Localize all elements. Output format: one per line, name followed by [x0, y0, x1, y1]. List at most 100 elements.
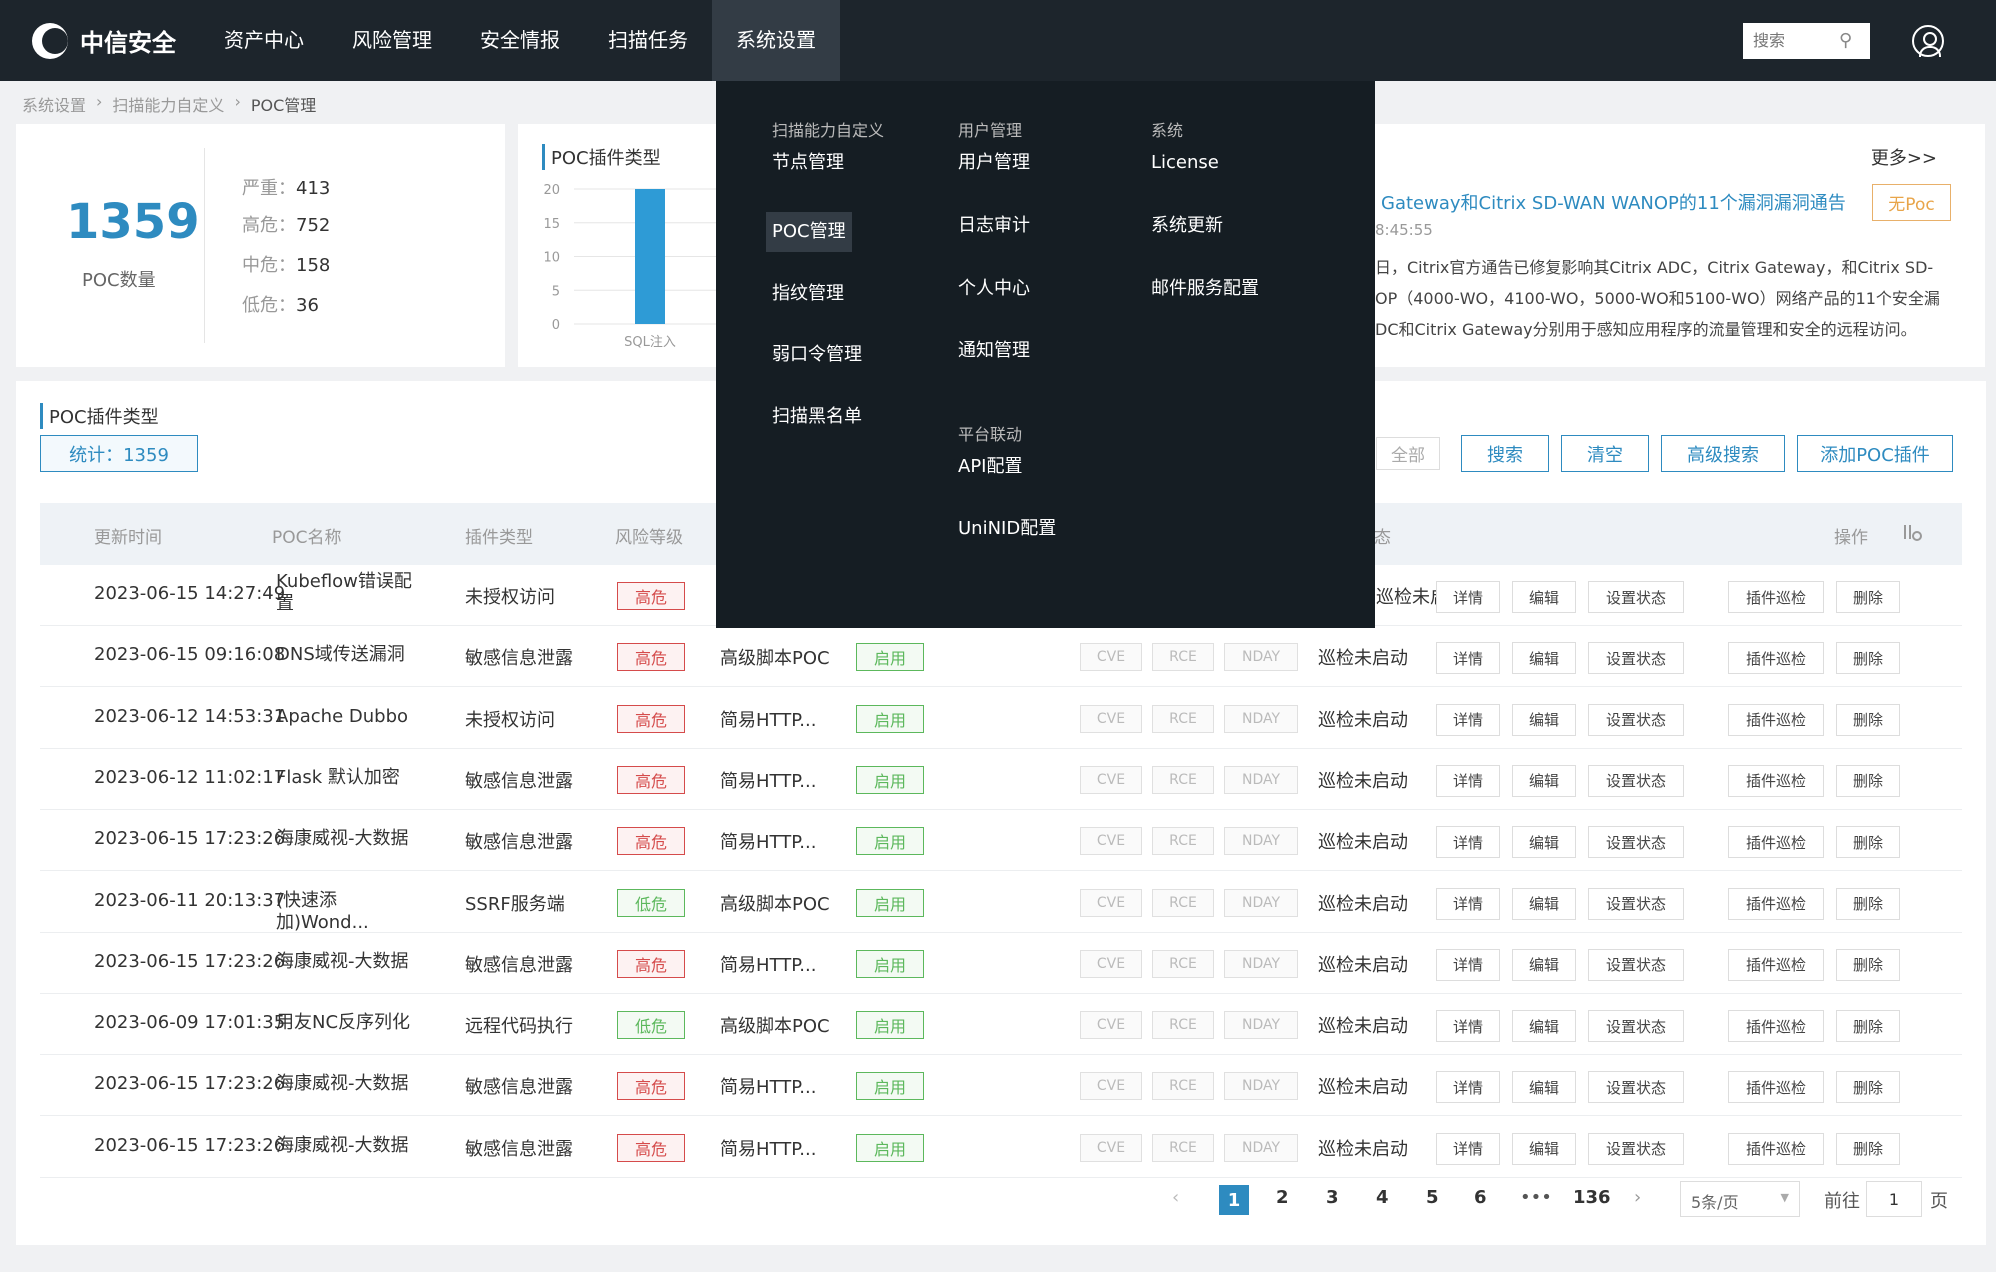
menu-item-log-audit[interactable]: 日志审计	[952, 206, 1036, 246]
cell-poc-name[interactable]: 海康威视-大数据	[276, 951, 426, 973]
delete-button[interactable]: 删除	[1836, 887, 1900, 920]
detail-button[interactable]: 详情	[1436, 1071, 1500, 1104]
set-status-button[interactable]: 设置状态	[1588, 1071, 1684, 1104]
edit-button[interactable]: 编辑	[1512, 948, 1576, 981]
menu-item-mail-config[interactable]: 邮件服务配置	[1145, 269, 1265, 309]
search-button[interactable]: 搜索	[1461, 435, 1549, 472]
cell-poc-name[interactable]: 海康威视-大数据	[276, 1073, 426, 1095]
edit-button[interactable]: 编辑	[1512, 642, 1576, 675]
menu-item-scan-blacklist[interactable]: 扫描黑名单	[766, 397, 868, 437]
more-link[interactable]: 更多>>	[1871, 144, 1937, 170]
cell-poc-name[interactable]: 用友NC反序列化	[276, 1012, 426, 1034]
edit-button[interactable]: 编辑	[1512, 1132, 1576, 1165]
menu-item-uninid-config[interactable]: UniNID配置	[952, 509, 1062, 549]
detail-button[interactable]: 详情	[1436, 703, 1500, 736]
prev-page-icon[interactable]: ‹	[1172, 1187, 1179, 1208]
cell-poc-name[interactable]: 海康威视-大数据	[276, 1135, 426, 1157]
menu-item-api-config[interactable]: API配置	[952, 447, 1028, 487]
menu-item-license[interactable]: License	[1145, 143, 1225, 183]
page-1[interactable]: 1	[1219, 1185, 1249, 1215]
detail-button[interactable]: 详情	[1436, 826, 1500, 859]
delete-button[interactable]: 删除	[1836, 948, 1900, 981]
page-6[interactable]: 6	[1474, 1187, 1487, 1208]
menu-item-user-mgmt[interactable]: 用户管理	[952, 143, 1036, 183]
edit-button[interactable]: 编辑	[1512, 1071, 1576, 1104]
edit-button[interactable]: 编辑	[1512, 581, 1576, 613]
edit-button[interactable]: 编辑	[1512, 703, 1576, 736]
plugin-patrol-button[interactable]: 插件巡检	[1728, 581, 1824, 613]
search-box[interactable]: ⚲	[1743, 22, 1870, 59]
page-4[interactable]: 4	[1376, 1187, 1389, 1208]
delete-button[interactable]: 删除	[1836, 1071, 1900, 1104]
all-filter-button[interactable]: 全部	[1376, 437, 1440, 470]
clear-button[interactable]: 清空	[1561, 435, 1649, 472]
menu-item-poc[interactable]: POC管理	[766, 212, 852, 252]
plugin-patrol-button[interactable]: 插件巡检	[1728, 703, 1824, 736]
plugin-patrol-button[interactable]: 插件巡检	[1728, 887, 1824, 920]
menu-item-weak-password[interactable]: 弱口令管理	[766, 335, 868, 375]
chart-bar[interactable]	[635, 189, 665, 324]
breadcrumb-item[interactable]: 系统设置	[22, 92, 86, 116]
search-icon[interactable]: ⚲	[1839, 30, 1852, 51]
plugin-patrol-button[interactable]: 插件巡检	[1728, 826, 1824, 859]
cell-poc-name[interactable]: 海康威视-大数据	[276, 828, 426, 850]
nav-item-intel[interactable]: 安全情报	[456, 0, 584, 81]
cell-poc-name[interactable]: Apache Dubbo	[276, 706, 426, 728]
edit-button[interactable]: 编辑	[1512, 887, 1576, 920]
page-ellipsis[interactable]: •••	[1520, 1187, 1552, 1208]
page-size-select[interactable]: 5条/页	[1680, 1181, 1800, 1217]
cell-poc-name[interactable]: Kubeflow错误配置	[276, 571, 426, 615]
edit-button[interactable]: 编辑	[1512, 764, 1576, 797]
set-status-button[interactable]: 设置状态	[1588, 581, 1684, 613]
page-2[interactable]: 2	[1276, 1187, 1289, 1208]
set-status-button[interactable]: 设置状态	[1588, 826, 1684, 859]
search-input[interactable]	[1753, 31, 1839, 50]
user-avatar-icon[interactable]	[1912, 24, 1944, 57]
detail-button[interactable]: 详情	[1436, 1132, 1500, 1165]
plugin-patrol-button[interactable]: 插件巡检	[1728, 764, 1824, 797]
advanced-search-button[interactable]: 高级搜索	[1661, 435, 1785, 472]
detail-button[interactable]: 详情	[1436, 948, 1500, 981]
delete-button[interactable]: 删除	[1836, 581, 1900, 613]
edit-button[interactable]: 编辑	[1512, 826, 1576, 859]
logo[interactable]: 中信安全	[32, 22, 200, 59]
menu-item-system-update[interactable]: 系统更新	[1145, 206, 1229, 246]
detail-button[interactable]: 详情	[1436, 764, 1500, 797]
cell-poc-name[interactable]: DNS域传送漏洞	[276, 644, 426, 666]
goto-page-input[interactable]	[1866, 1181, 1922, 1217]
plugin-patrol-button[interactable]: 插件巡检	[1728, 1010, 1824, 1043]
cell-poc-name[interactable]: (快速添加)Wond...	[276, 890, 426, 934]
nav-item-risk[interactable]: 风险管理	[328, 0, 456, 81]
delete-button[interactable]: 删除	[1836, 1010, 1900, 1043]
delete-button[interactable]: 删除	[1836, 764, 1900, 797]
set-status-button[interactable]: 设置状态	[1588, 642, 1684, 675]
add-poc-button[interactable]: 添加POC插件	[1797, 435, 1953, 472]
detail-button[interactable]: 详情	[1436, 581, 1500, 613]
plugin-patrol-button[interactable]: 插件巡检	[1728, 948, 1824, 981]
detail-button[interactable]: 详情	[1436, 642, 1500, 675]
news-title[interactable]: Gateway和Citrix SD-WAN WANOP的11个漏洞漏洞通告	[1381, 189, 1846, 215]
column-settings-icon[interactable]	[1902, 523, 1922, 543]
menu-item-notifications[interactable]: 通知管理	[952, 331, 1036, 371]
delete-button[interactable]: 删除	[1836, 642, 1900, 675]
set-status-button[interactable]: 设置状态	[1588, 703, 1684, 736]
breadcrumb-item[interactable]: 扫描能力自定义	[112, 92, 224, 116]
detail-button[interactable]: 详情	[1436, 1010, 1500, 1043]
nav-item-settings[interactable]: 系统设置	[712, 0, 840, 81]
nav-item-scan[interactable]: 扫描任务	[584, 0, 712, 81]
delete-button[interactable]: 删除	[1836, 1132, 1900, 1165]
cell-poc-name[interactable]: Flask 默认加密	[276, 767, 426, 789]
set-status-button[interactable]: 设置状态	[1588, 887, 1684, 920]
plugin-patrol-button[interactable]: 插件巡检	[1728, 642, 1824, 675]
delete-button[interactable]: 删除	[1836, 703, 1900, 736]
page-3[interactable]: 3	[1326, 1187, 1339, 1208]
edit-button[interactable]: 编辑	[1512, 1010, 1576, 1043]
page-5[interactable]: 5	[1426, 1187, 1439, 1208]
plugin-patrol-button[interactable]: 插件巡检	[1728, 1071, 1824, 1104]
page-last[interactable]: 136	[1573, 1187, 1611, 1208]
delete-button[interactable]: 删除	[1836, 826, 1900, 859]
set-status-button[interactable]: 设置状态	[1588, 764, 1684, 797]
plugin-patrol-button[interactable]: 插件巡检	[1728, 1132, 1824, 1165]
menu-item-node[interactable]: 节点管理	[766, 143, 850, 183]
set-status-button[interactable]: 设置状态	[1588, 1132, 1684, 1165]
